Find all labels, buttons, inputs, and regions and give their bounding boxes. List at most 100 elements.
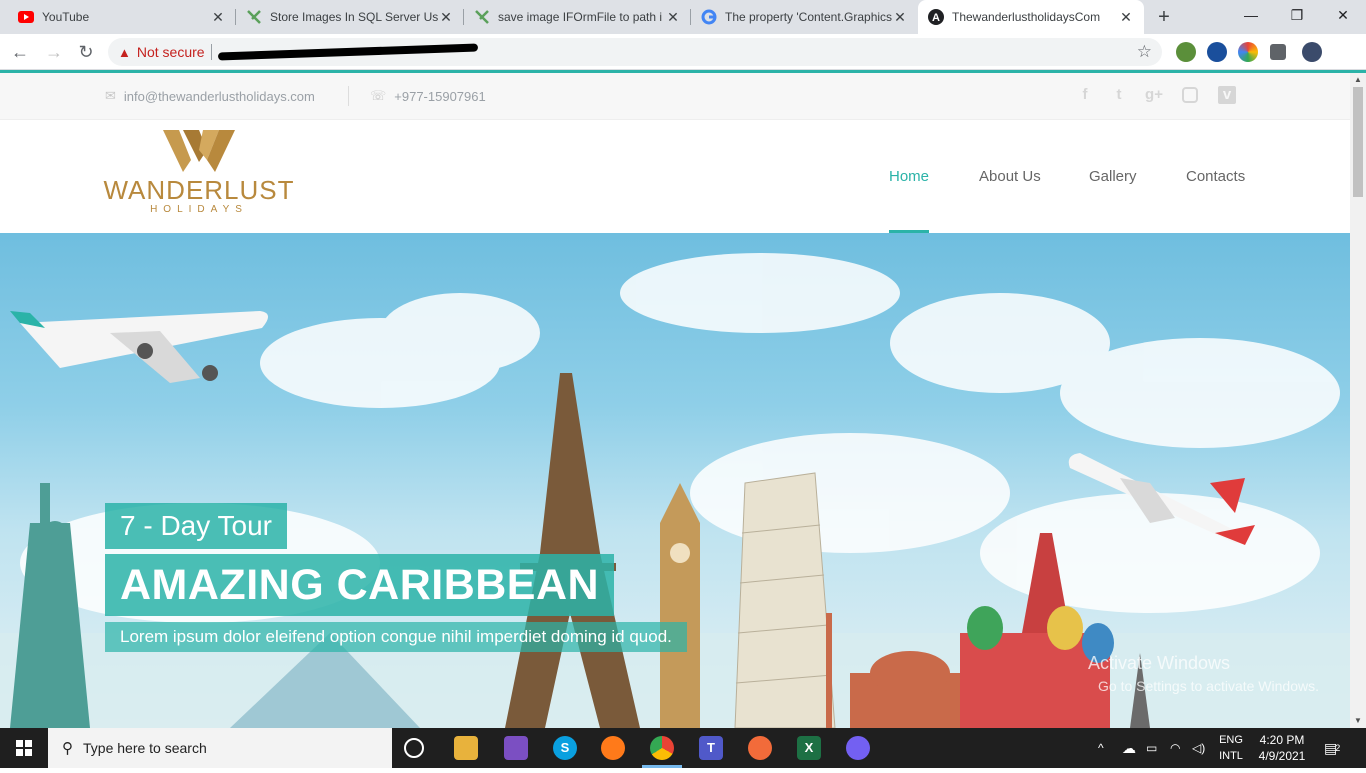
- browser-toolbar: ← → ↻ ▲ Not secure ☆: [0, 34, 1366, 70]
- teams-icon[interactable]: T: [699, 736, 723, 760]
- hero-banner: 7 - Day Tour AMAZING CARIBBEAN Lorem ips…: [0, 233, 1350, 728]
- email-text: info@thewanderlustholidays.com: [123, 88, 315, 104]
- keyboard-layout: INTL: [1219, 750, 1243, 762]
- warning-icon: ▲: [118, 44, 131, 60]
- postman-icon[interactable]: [748, 736, 772, 760]
- page-scrollbar[interactable]: ▲ ▼: [1350, 73, 1366, 728]
- restore-button[interactable]: ❐: [1274, 0, 1320, 30]
- divider: [348, 86, 349, 106]
- windows-taskbar: ⚲ Type here to search S T X ^ ☁ ▭ ◠ ◁) E…: [0, 728, 1366, 768]
- skype-icon[interactable]: S: [553, 736, 577, 760]
- file-explorer-icon[interactable]: [454, 736, 478, 760]
- site-header: WANDERLUST HOLIDAYS Home About Us Galler…: [0, 120, 1350, 233]
- wanderlust-logo-icon: [163, 130, 235, 172]
- tour-duration-tag: 7 - Day Tour: [105, 503, 287, 549]
- address-bar[interactable]: ▲ Not secure ☆: [108, 38, 1162, 66]
- instagram-icon[interactable]: [1182, 87, 1198, 103]
- battery-icon[interactable]: ▭: [1146, 728, 1157, 768]
- wifi-icon[interactable]: ◠: [1170, 728, 1180, 768]
- stackify-icon: [246, 9, 262, 25]
- task-view-icon[interactable]: [404, 738, 424, 758]
- tab-title: ThewanderlustholidaysCom: [952, 10, 1101, 24]
- onedrive-icon[interactable]: ☁: [1122, 728, 1136, 768]
- input-language[interactable]: ENG INTL: [1214, 732, 1248, 764]
- close-tab-icon[interactable]: ✕: [892, 9, 908, 25]
- minimize-button[interactable]: —: [1228, 0, 1274, 30]
- activate-windows-title: Activate Windows: [1088, 653, 1231, 673]
- close-tab-icon[interactable]: ✕: [438, 9, 454, 25]
- phone-contact[interactable]: ☏ +977-15907961: [370, 88, 486, 104]
- clock-time: 4:20 PM: [1259, 733, 1305, 747]
- volume-icon[interactable]: ◁): [1192, 728, 1205, 768]
- tab-youtube[interactable]: YouTube ✕: [8, 0, 236, 34]
- extension-icon[interactable]: [1176, 42, 1196, 62]
- website-viewport: ✉ info@thewanderlustholidays.com ☏ +977-…: [0, 73, 1350, 728]
- tab-save-image[interactable]: save image IFOrmFile to path i ✕: [464, 0, 691, 34]
- youtube-icon: [18, 9, 34, 25]
- search-icon: ⚲: [62, 740, 73, 757]
- taskbar-search[interactable]: ⚲ Type here to search: [48, 728, 392, 768]
- bookmark-star-icon[interactable]: ☆: [1137, 42, 1152, 62]
- tab-title: Store Images In SQL Server Usi: [270, 10, 438, 24]
- firefox-icon[interactable]: [601, 736, 625, 760]
- excel-icon[interactable]: X: [797, 736, 821, 760]
- phone-text: +977-15907961: [394, 88, 486, 104]
- close-window-button[interactable]: ✕: [1320, 0, 1366, 30]
- nav-contacts[interactable]: Contacts: [1186, 120, 1245, 233]
- site-logo[interactable]: WANDERLUST HOLIDAYS: [103, 128, 295, 224]
- hero-headline: AMAZING CARIBBEAN: [105, 554, 615, 616]
- google-icon: [701, 9, 717, 25]
- security-label[interactable]: Not secure: [137, 44, 205, 60]
- viber-icon[interactable]: [846, 736, 870, 760]
- reload-button[interactable]: ↻: [74, 40, 98, 64]
- google-plus-icon[interactable]: g+: [1145, 86, 1163, 104]
- extension-clock-icon[interactable]: [1207, 42, 1227, 62]
- divider: [210, 44, 212, 60]
- twitter-icon[interactable]: t: [1110, 86, 1128, 104]
- new-tab-button[interactable]: +: [1152, 5, 1176, 29]
- close-tab-icon[interactable]: ✕: [665, 9, 681, 25]
- language-code: ENG: [1219, 734, 1243, 746]
- notifications-icon[interactable]: ▤ 2: [1324, 728, 1340, 768]
- nav-home[interactable]: Home: [889, 120, 929, 233]
- color-picker-icon[interactable]: [1238, 42, 1258, 62]
- tab-title: YouTube: [42, 10, 90, 24]
- tab-title: The property 'Content.Graphics: [725, 10, 892, 24]
- contact-bar: ✉ info@thewanderlustholidays.com ☏ +977-…: [0, 73, 1350, 120]
- nav-about-us[interactable]: About Us: [979, 120, 1041, 233]
- vimeo-icon[interactable]: v: [1218, 86, 1236, 104]
- angular-icon: A: [928, 9, 944, 25]
- visual-studio-icon[interactable]: [504, 736, 528, 760]
- facebook-icon[interactable]: f: [1076, 86, 1094, 104]
- scroll-thumb[interactable]: [1353, 87, 1363, 197]
- show-hidden-icons[interactable]: ^: [1098, 728, 1104, 768]
- hero-subline: Lorem ipsum dolor eleifend option congue…: [105, 622, 687, 652]
- start-button[interactable]: [0, 728, 48, 768]
- forward-button[interactable]: →: [42, 40, 66, 64]
- extensions-puzzle-icon[interactable]: [1270, 44, 1286, 60]
- system-clock[interactable]: 4:20 PM 4/9/2021: [1254, 732, 1310, 764]
- clock-date: 4/9/2021: [1258, 749, 1306, 763]
- nav-gallery[interactable]: Gallery: [1089, 120, 1137, 233]
- browser-tab-strip: YouTube ✕ Store Images In SQL Server Usi…: [0, 0, 1366, 34]
- tab-wanderlust[interactable]: A ThewanderlustholidaysCom ✕: [918, 0, 1144, 34]
- svg-text:A: A: [932, 12, 940, 24]
- close-tab-icon[interactable]: ✕: [210, 9, 226, 25]
- back-button[interactable]: ←: [8, 40, 32, 64]
- close-tab-icon[interactable]: ✕: [1118, 9, 1134, 25]
- phone-icon: ☏: [370, 88, 387, 103]
- chrome-icon[interactable]: [650, 736, 674, 760]
- tab-content-graphics[interactable]: The property 'Content.Graphics ✕: [691, 0, 918, 34]
- tab-store-images[interactable]: Store Images In SQL Server Usi ✕: [236, 0, 464, 34]
- notification-count: 2: [1335, 743, 1341, 753]
- redacted-url: [217, 43, 478, 61]
- logo-wordmark: WANDERLUST: [103, 175, 295, 205]
- profile-avatar[interactable]: [1302, 42, 1322, 62]
- scroll-up-icon[interactable]: ▲: [1350, 73, 1366, 87]
- airplane-left-illustration: [10, 311, 269, 383]
- scroll-down-icon[interactable]: ▼: [1350, 714, 1366, 728]
- windows-logo-icon: [16, 740, 32, 756]
- email-contact[interactable]: ✉ info@thewanderlustholidays.com: [105, 88, 315, 104]
- tab-title: save image IFOrmFile to path i: [498, 10, 663, 24]
- big-ben-illustration: [660, 483, 700, 728]
